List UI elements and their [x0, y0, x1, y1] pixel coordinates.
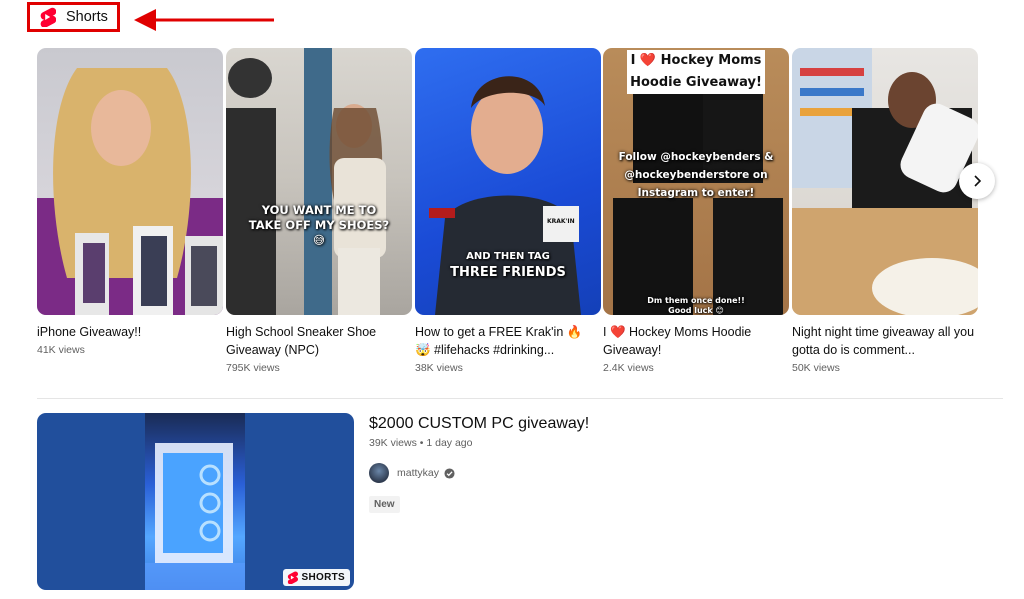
thumbnail-image	[226, 48, 386, 315]
annotation-arrow-icon	[134, 9, 274, 31]
short-card[interactable]: AND THEN TAG THREE FRIENDS KRAK'IN How t…	[415, 48, 601, 376]
thumbnail-caption: THREE FRIENDS	[450, 265, 566, 280]
short-thumbnail[interactable]: AND THEN TAG THREE FRIENDS KRAK'IN	[415, 48, 601, 315]
short-title[interactable]: Night night time giveaway all you gotta …	[792, 323, 978, 359]
short-title[interactable]: High School Sneaker Shoe Giveaway (NPC)	[226, 323, 412, 359]
thumbnail-image	[37, 68, 223, 315]
shorts-badge: SHORTS	[282, 569, 350, 586]
short-card[interactable]: Night night time giveaway all you gotta …	[792, 48, 978, 376]
short-card[interactable]: iPhone Giveaway!! 41K views	[37, 48, 223, 358]
short-title[interactable]: I ❤️ Hockey Moms Hoodie Giveaway!	[603, 323, 789, 359]
verified-check-icon	[444, 467, 455, 479]
short-view-count: 38K views	[415, 362, 463, 374]
shorts-shelf-header: Shorts	[27, 2, 120, 32]
new-badge: New	[369, 496, 400, 513]
short-title[interactable]: How to get a FREE Krak'in 🔥 🤯 #lifehacks…	[415, 323, 601, 359]
product-box-label: KRAK'IN	[547, 218, 575, 225]
short-card[interactable]: I ❤️ Hockey Moms Hoodie Giveaway! Follow…	[603, 48, 789, 376]
thumbnail-banner: I ❤️ Hockey Moms Hoodie Giveaway!	[627, 50, 765, 94]
youtube-shorts-icon	[38, 7, 56, 27]
thumbnail-caption: Follow @hockeybenders & @hockeybendersto…	[618, 151, 774, 199]
thumbnail-caption: YOU WANT ME TO TAKE OFF MY SHOES? 😅	[248, 203, 390, 247]
short-thumbnail[interactable]: YOU WANT ME TO TAKE OFF MY SHOES? 😅	[226, 48, 412, 315]
thumbnail-caption-small: Dm them once done!! Good luck 😊	[647, 296, 745, 315]
short-view-count: 2.4K views	[603, 362, 654, 374]
section-divider	[37, 398, 1003, 399]
chevron-right-icon	[974, 175, 982, 187]
shorts-shelf: iPhone Giveaway!! 41K views YOU WANT ME …	[37, 48, 978, 388]
channel-avatar[interactable]	[369, 463, 389, 483]
thumbnail-image	[145, 413, 245, 590]
short-title[interactable]: iPhone Giveaway!!	[37, 323, 223, 341]
short-view-count: 41K views	[37, 344, 85, 356]
short-view-count: 795K views	[226, 362, 280, 374]
video-metadata: 39K views • 1 day ago	[369, 437, 473, 449]
short-thumbnail[interactable]	[37, 48, 223, 315]
shelf-next-button[interactable]	[959, 163, 995, 199]
video-title[interactable]: $2000 CUSTOM PC giveaway!	[369, 414, 969, 434]
video-thumbnail[interactable]: SHORTS	[37, 413, 354, 590]
thumbnail-caption-small: AND THEN TAG	[466, 251, 550, 262]
short-thumbnail[interactable]: I ❤️ Hockey Moms Hoodie Giveaway! Follow…	[603, 48, 789, 315]
channel-row[interactable]: mattykay	[369, 463, 969, 483]
youtube-shorts-icon	[286, 571, 298, 584]
short-view-count: 50K views	[792, 362, 840, 374]
short-thumbnail[interactable]	[792, 48, 978, 315]
thumbnail-image	[792, 48, 978, 315]
short-card[interactable]: YOU WANT ME TO TAKE OFF MY SHOES? 😅 High…	[226, 48, 412, 376]
shorts-badge-label: SHORTS	[301, 572, 345, 583]
channel-name[interactable]: mattykay	[397, 467, 439, 479]
video-info: $2000 CUSTOM PC giveaway! 39K views • 1 …	[369, 414, 969, 513]
shorts-shelf-title: Shorts	[66, 9, 108, 25]
